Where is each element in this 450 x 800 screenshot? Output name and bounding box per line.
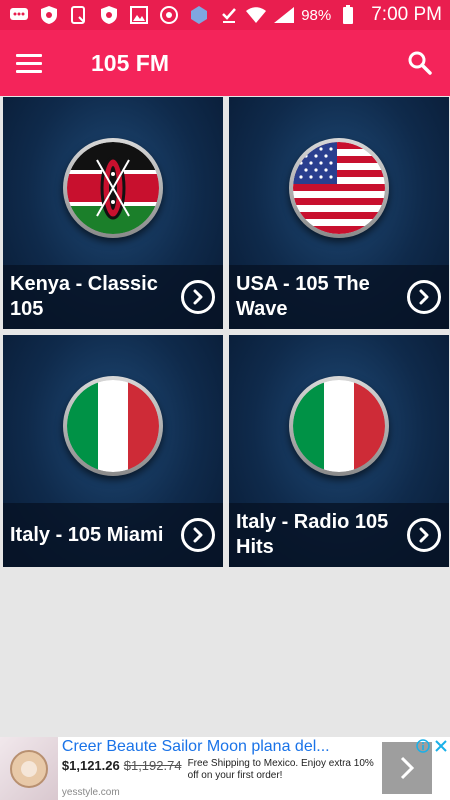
- vpn-shield-icon: [98, 5, 120, 25]
- station-card[interactable]: Kenya - Classic 105: [3, 97, 223, 329]
- station-name: Kenya - Classic 105: [10, 273, 158, 320]
- station-caption: Italy - Radio 105 Hits: [229, 503, 449, 567]
- ad-close-icon[interactable]: [434, 739, 448, 758]
- menu-icon[interactable]: [16, 47, 48, 79]
- battery-icon: [337, 5, 359, 25]
- vpn-shield-icon: [38, 5, 60, 25]
- station-card[interactable]: Italy - 105 Miami: [3, 335, 223, 567]
- italy-flag-icon: [63, 376, 163, 476]
- play-arrow-icon[interactable]: [181, 280, 215, 314]
- clock: 7:00 PM: [371, 4, 442, 25]
- station-card[interactable]: Italy - Radio 105 Hits: [229, 335, 449, 567]
- wifi-icon: [245, 5, 267, 25]
- usa-flag-icon: [289, 138, 389, 238]
- ad-price: $1,121.26: [61, 758, 120, 773]
- italy-flag-icon: [289, 376, 389, 476]
- download-done-icon: [218, 5, 240, 25]
- play-arrow-icon[interactable]: [181, 518, 215, 552]
- station-caption: Kenya - Classic 105: [3, 265, 223, 329]
- ad-domain: yesstyle.com: [61, 787, 120, 798]
- ad-body[interactable]: Creer Beaute Sailor Moon plana del... $1…: [58, 737, 382, 800]
- station-caption: USA - 105 The Wave: [229, 265, 449, 329]
- station-grid: Kenya - Classic 105 USA - 105 The Wave I…: [3, 97, 449, 567]
- search-icon[interactable]: [404, 47, 436, 79]
- ad-title[interactable]: Creer Beaute Sailor Moon plana del...: [62, 738, 362, 756]
- chrome-icon: [158, 5, 180, 25]
- station-name: Italy - 105 Miami: [10, 523, 164, 546]
- station-name: USA - 105 The Wave: [236, 273, 370, 320]
- vpn-badge-icon: [188, 5, 210, 25]
- status-bar: 98% 7:00 PM: [0, 0, 450, 30]
- signal-icon: [273, 5, 295, 25]
- station-name: Italy - Radio 105 Hits: [236, 511, 389, 558]
- station-caption: Italy - 105 Miami: [3, 503, 223, 567]
- page-title: 105 FM: [91, 49, 169, 76]
- gallery-icon: [128, 5, 150, 25]
- screenshot-icon: [68, 5, 90, 25]
- ad-product-image[interactable]: [0, 737, 58, 800]
- ad-controls: [416, 739, 448, 758]
- ad-banner[interactable]: Creer Beaute Sailor Moon plana del... $1…: [0, 737, 450, 800]
- ad-description: Free Shipping to Mexico. Enjoy extra 10%…: [187, 758, 374, 781]
- chat-icon: [8, 5, 30, 25]
- app-bar: 105 FM: [0, 30, 450, 96]
- play-arrow-icon[interactable]: [407, 280, 441, 314]
- play-arrow-icon[interactable]: [407, 518, 441, 552]
- ad-old-price: $1,192.74: [123, 758, 182, 773]
- kenya-flag-icon: [63, 138, 163, 238]
- ad-info-icon[interactable]: [416, 739, 430, 758]
- station-card[interactable]: USA - 105 The Wave: [229, 97, 449, 329]
- battery-percent: 98%: [301, 6, 332, 24]
